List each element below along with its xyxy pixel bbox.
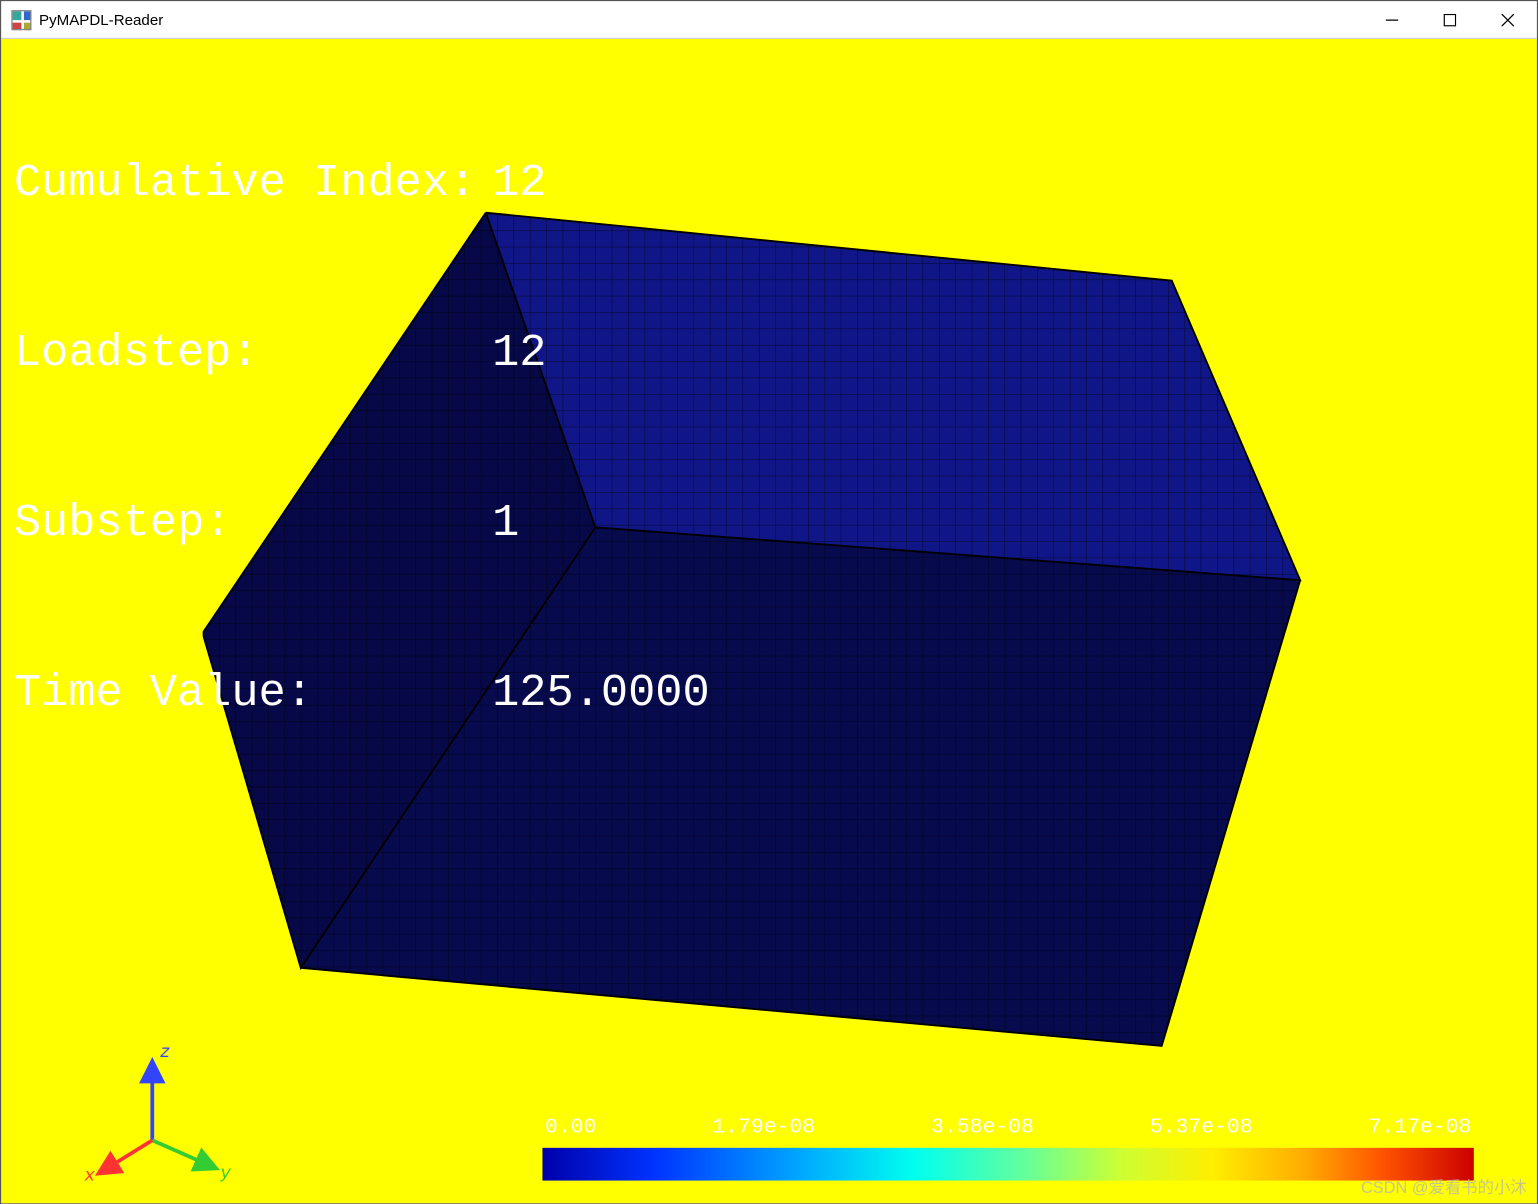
value-substep: 1 (492, 495, 519, 552)
colorbar-tick: 7.17e-08 (1369, 1116, 1472, 1140)
titlebar[interactable]: PyMAPDL-Reader (1, 1, 1536, 39)
maximize-icon (1444, 13, 1457, 26)
colorbar-tick: 5.37e-08 (1150, 1116, 1253, 1140)
value-time-value: 125.0000 (492, 665, 710, 722)
axis-x (99, 1140, 152, 1173)
close-icon (1502, 13, 1515, 26)
colorbar-ticks: 0.00 1.79e-08 3.58e-08 5.37e-08 7.17e-08 (542, 1116, 1473, 1140)
label-time-value: Time Value: (14, 665, 492, 722)
maximize-button[interactable] (1421, 1, 1479, 37)
application-window: PyMAPDL-Reader (0, 0, 1538, 1204)
value-loadstep: 12 (492, 325, 546, 382)
watermark-text: CSDN @爱看书的小沐 (1361, 1174, 1527, 1198)
axes-triad: z y x (77, 1040, 241, 1191)
axis-label-x: x (83, 1167, 95, 1187)
label-substep: Substep: (14, 495, 492, 552)
value-cumulative-index: 12 (492, 155, 546, 212)
label-loadstep: Loadstep: (14, 325, 492, 382)
colorbar-gradient (542, 1148, 1473, 1181)
colorbar-tick: 0.00 (545, 1116, 596, 1140)
render-viewport[interactable]: Cumulative Index:12 Loadstep:12 Substep:… (1, 39, 1536, 1203)
axis-label-z: z (160, 1043, 171, 1063)
scalar-colorbar: 0.00 1.79e-08 3.58e-08 5.37e-08 7.17e-08 (542, 1116, 1473, 1180)
close-button[interactable] (1479, 1, 1537, 37)
window-controls (1363, 1, 1537, 37)
result-info-overlay: Cumulative Index:12 Loadstep:12 Substep:… (14, 42, 710, 835)
colorbar-tick: 3.58e-08 (931, 1116, 1034, 1140)
window-title: PyMAPDL-Reader (39, 11, 1363, 29)
label-cumulative-index: Cumulative Index: (14, 155, 492, 212)
app-icon (11, 9, 31, 29)
minimize-button[interactable] (1363, 1, 1421, 37)
colorbar-tick: 1.79e-08 (712, 1116, 815, 1140)
axis-y (152, 1140, 215, 1168)
minimize-icon (1386, 13, 1399, 26)
axis-label-y: y (219, 1164, 231, 1184)
